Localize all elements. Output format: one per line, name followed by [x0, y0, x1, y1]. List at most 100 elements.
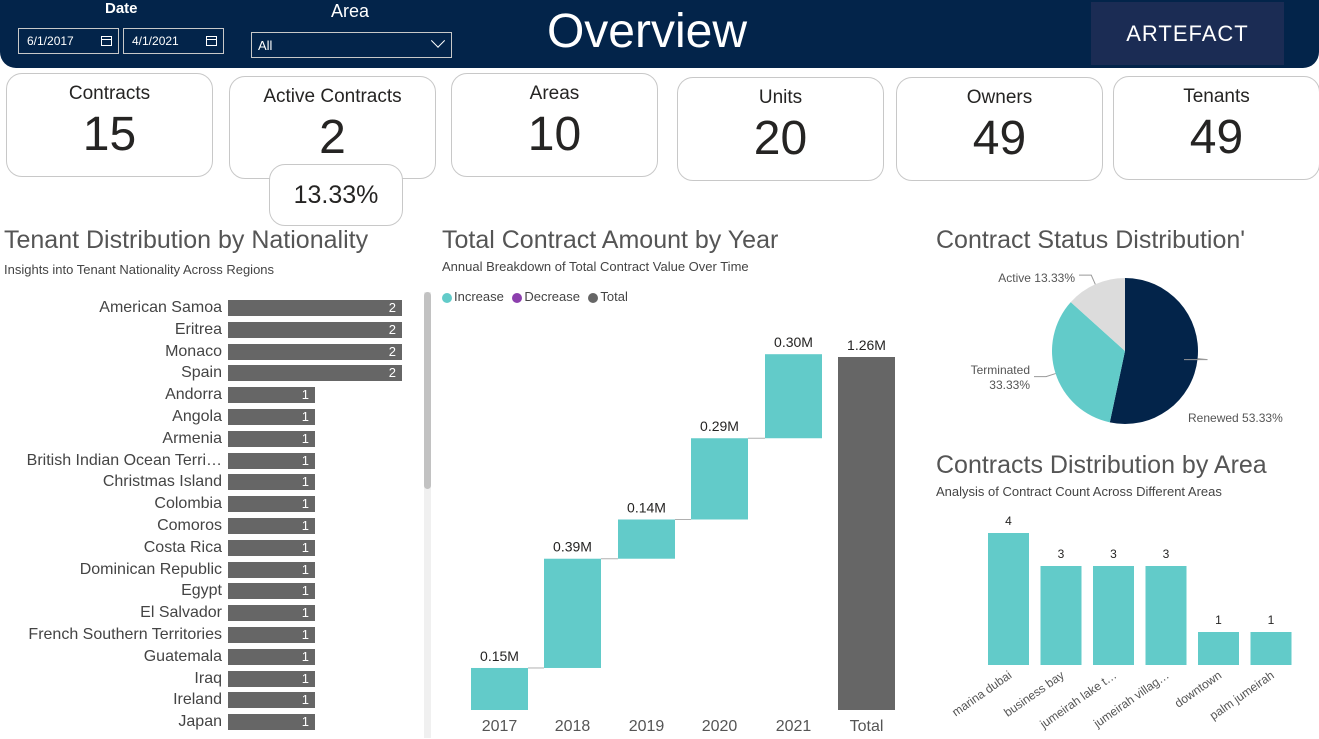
area-bar-value: 1: [1268, 613, 1275, 627]
nationality-row[interactable]: Dominican Republic 1: [0, 560, 424, 582]
waterfall-chart-subtitle: Annual Breakdown of Total Contract Value…: [442, 259, 749, 274]
nationality-row[interactable]: American Samoa 2: [0, 298, 424, 320]
nationality-bar-value: 1: [301, 627, 309, 642]
chevron-down-icon[interactable]: [430, 33, 446, 48]
kpi-card-owners: Owners 49: [896, 77, 1103, 181]
kpi-card-contracts: Contracts 15: [6, 73, 213, 177]
kpi-label: Units: [758, 87, 803, 108]
waterfall-data-label: 0.39M: [553, 539, 592, 555]
nationality-bar-value: 1: [301, 539, 309, 555]
nationality-row[interactable]: Egypt 1: [0, 581, 424, 603]
pie-data-label: Renewed 53.33%: [1188, 411, 1283, 425]
area-bar-value: 3: [1058, 547, 1065, 561]
nationality-row[interactable]: Guatemala 1: [0, 647, 424, 669]
nationality-label: American Samoa: [99, 299, 222, 316]
area-bar: [1145, 566, 1187, 665]
nationality-label: El Salvador: [140, 604, 222, 622]
nationality-row[interactable]: Monaco 2: [0, 342, 424, 364]
nationality-row[interactable]: Andorra 1: [0, 385, 424, 407]
nationality-row[interactable]: Japan 1: [0, 712, 424, 734]
nationality-label: Costa Rica: [143, 538, 222, 556]
nationality-scrollbar-thumb[interactable]: [424, 292, 431, 489]
waterfall-bar: [471, 667, 528, 710]
kpi-value: 20: [753, 112, 808, 165]
legend-label: Total: [600, 289, 628, 304]
legend-increase[interactable]: Increase: [442, 289, 504, 304]
nationality-row[interactable]: French Southern Territories 1: [0, 625, 424, 647]
legend-total[interactable]: Total: [588, 289, 628, 304]
pie-leader-line: [1079, 274, 1096, 285]
date-start-value: 6/1/2017: [27, 34, 74, 48]
nationality-row[interactable]: Costa Rica 1: [0, 538, 424, 560]
waterfall-x-tick: 2019: [629, 718, 665, 735]
nationality-bar-value: 1: [301, 387, 309, 403]
area-bar-value: 1: [1215, 613, 1222, 627]
waterfall-chart: 0.15M 2017 0.39M 2018 0.14M 2019 0.29M 2020 0.30…: [471, 334, 895, 735]
status-pie-chart: Renewed 53.33% Terminated 33.33% Active 13.…: [971, 271, 1283, 425]
legend-dot-icon: [588, 292, 599, 303]
waterfall-data-label: 0.15M: [480, 648, 519, 664]
artefact-logo: ARTEFACT: [1091, 2, 1284, 65]
date-start-input[interactable]: 6/1/2017: [18, 28, 119, 54]
pie-data-label: Active 13.33%: [998, 271, 1075, 285]
legend-label: Decrease: [524, 289, 580, 304]
nationality-label: Colombia: [154, 495, 222, 513]
nationality-bar-value: 2: [388, 365, 396, 381]
nationality-bar-value: 1: [301, 452, 309, 468]
nationality-row[interactable]: British Indian Ocean Terri… 1: [0, 451, 424, 473]
pie-leader-line: [1034, 373, 1056, 378]
nationality-bar-value: 2: [388, 343, 396, 359]
kpi-label: Areas: [529, 83, 580, 104]
nationality-bar-chart: American Samoa 2 Eritrea 2 Monaco 2 Spain 2 Ando…: [0, 298, 424, 738]
waterfall-bar: [838, 357, 895, 710]
waterfall-bar: [544, 558, 601, 668]
nationality-bar-value: 2: [388, 321, 396, 337]
legend-dot-icon: [512, 292, 523, 303]
nationality-row[interactable]: Comoros 1: [0, 516, 424, 538]
nationality-row[interactable]: Eritrea 2: [0, 320, 424, 342]
waterfall-chart-title: Total Contract Amount by Year: [442, 226, 779, 254]
active-percentage-value: 13.33%: [293, 180, 379, 209]
area-bar-chart: 4marina dubai3business bay3jumeirah lake…: [949, 514, 1292, 732]
area-bar: [988, 533, 1029, 665]
waterfall-x-tick: 2017: [482, 718, 518, 735]
calendar-icon[interactable]: [206, 36, 217, 46]
area-bar-value: 4: [1005, 514, 1012, 528]
kpi-label: Tenants: [1183, 86, 1250, 107]
nationality-label: Eritrea: [174, 320, 222, 338]
waterfall-data-label: 0.14M: [627, 499, 666, 515]
nationality-label: Christmas Island: [102, 473, 222, 491]
date-end-input[interactable]: 4/1/2021: [123, 28, 224, 54]
nationality-label: Angola: [172, 408, 222, 425]
nationality-row[interactable]: Christmas Island 1: [0, 472, 424, 494]
nationality-bar-value: 1: [301, 583, 309, 599]
status-chart-title: Contract Status Distribution': [936, 226, 1246, 254]
legend-label: Increase: [454, 289, 504, 304]
waterfall-x-tick: Total: [850, 718, 884, 735]
date-filter-label: Date: [105, 0, 138, 17]
nationality-bar-value: 1: [301, 692, 309, 708]
area-dropdown[interactable]: All: [251, 32, 452, 58]
legend-decrease[interactable]: Decrease: [512, 289, 580, 304]
area-bar: [1040, 566, 1082, 665]
waterfall-x-tick: 2021: [776, 718, 812, 735]
pie-label-line: 33.33%: [989, 378, 1030, 392]
waterfall-data-label: 0.29M: [700, 418, 739, 434]
legend-dot-icon: [442, 292, 452, 303]
waterfall-bar: [765, 354, 822, 439]
area-dropdown-value: All: [258, 37, 273, 53]
nationality-row[interactable]: Angola 1: [0, 407, 424, 429]
nationality-label: Spain: [181, 364, 222, 382]
nationality-row[interactable]: Armenia 1: [0, 429, 424, 451]
area-filter-label: Area: [331, 1, 370, 21]
nationality-row[interactable]: Iraq 1: [0, 669, 424, 691]
nationality-row[interactable]: Colombia 1: [0, 494, 424, 516]
nationality-bar-value: 1: [301, 714, 309, 730]
nationality-row[interactable]: Spain 2: [0, 363, 424, 385]
nationality-bar-value: 1: [301, 648, 309, 664]
nationality-row[interactable]: Ireland 1: [0, 690, 424, 712]
waterfall-data-label: 1.26M: [847, 337, 886, 353]
nationality-chart-title: Tenant Distribution by Nationality: [4, 226, 369, 254]
calendar-icon[interactable]: [101, 36, 112, 46]
nationality-row[interactable]: El Salvador 1: [0, 603, 424, 625]
